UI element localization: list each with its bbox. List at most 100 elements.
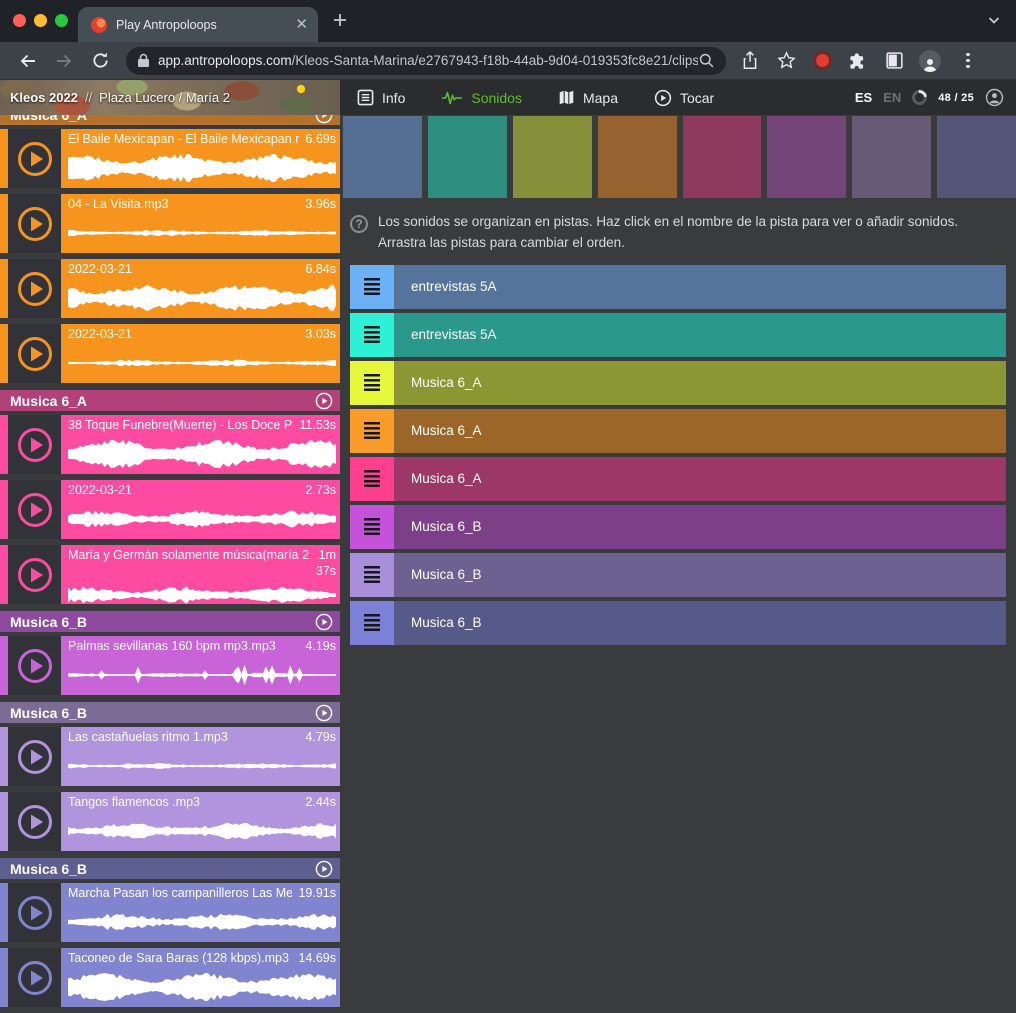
track-drag-handle[interactable]	[350, 361, 394, 405]
track-drag-handle[interactable]	[350, 409, 394, 453]
clip-waveform[interactable]	[68, 745, 336, 786]
profile-avatar[interactable]	[917, 48, 943, 74]
section-play-icon[interactable]	[315, 613, 333, 631]
track-name-bar[interactable]: Musica 6_A	[394, 409, 1006, 453]
track-name-bar[interactable]: entrevistas 5A	[394, 265, 1006, 309]
track-color-swatch[interactable]	[852, 116, 931, 198]
extensions-puzzle-icon[interactable]	[845, 48, 871, 74]
track-drag-handle[interactable]	[350, 457, 394, 501]
clip-waveform[interactable]	[68, 433, 336, 474]
section-play-icon[interactable]	[315, 392, 333, 410]
section-play-icon[interactable]	[315, 704, 333, 722]
clip-row[interactable]: El Baile Mexicapan - El Baile Mexicapan.…	[0, 129, 340, 188]
tab-mapa[interactable]: Mapa	[558, 89, 618, 106]
account-icon[interactable]	[985, 88, 1004, 107]
clip-play-button[interactable]	[8, 480, 61, 539]
lang-en-button[interactable]: EN	[883, 90, 901, 105]
section-header[interactable]: Musica 6_B	[0, 858, 340, 879]
close-window-button[interactable]	[13, 14, 26, 27]
share-icon[interactable]	[737, 48, 763, 74]
clip-play-button[interactable]	[8, 727, 61, 786]
back-button[interactable]	[15, 48, 41, 74]
clip-waveform[interactable]	[68, 277, 336, 318]
clip-row[interactable]: 2022-03-21 6.84s	[0, 259, 340, 318]
track-row[interactable]: Musica 6_A	[350, 361, 1006, 405]
track-color-swatch[interactable]	[343, 116, 422, 198]
tab-search-chevron-icon[interactable]	[987, 13, 1001, 32]
clip-play-button[interactable]	[8, 883, 61, 942]
track-color-swatch[interactable]	[428, 116, 507, 198]
track-color-swatch[interactable]	[937, 116, 1016, 198]
track-row[interactable]: Musica 6_B	[350, 601, 1006, 645]
clip-play-button[interactable]	[8, 636, 61, 695]
clip-play-button[interactable]	[8, 948, 61, 1007]
clip-play-button[interactable]	[8, 259, 61, 318]
track-drag-handle[interactable]	[350, 313, 394, 357]
clip-row[interactable]: 38 Toque Funebre(Muerte) - Los Doce Par.…	[0, 415, 340, 474]
track-name-bar[interactable]: Musica 6_A	[394, 361, 1006, 405]
track-name-bar[interactable]: Musica 6_A	[394, 457, 1006, 501]
zoom-window-button[interactable]	[55, 14, 68, 27]
clip-row[interactable]: Marcha Pasan los campanilleros Las Mejor…	[0, 883, 340, 942]
track-color-swatch[interactable]	[513, 116, 592, 198]
section-header[interactable]: Musica 6_B	[0, 611, 340, 632]
tab-close-icon[interactable]: ✕	[295, 17, 308, 32]
forward-button[interactable]	[51, 48, 77, 74]
reload-button[interactable]	[87, 48, 113, 74]
clip-waveform[interactable]	[68, 580, 336, 610]
section-header[interactable]: Musica 6_B	[0, 702, 340, 723]
recording-extension-icon[interactable]	[809, 48, 835, 74]
clip-row[interactable]: Tangos flamencos .mp3 2.44s	[0, 792, 340, 851]
track-name-bar[interactable]: Musica 6_B	[394, 601, 1006, 645]
clip-row[interactable]: Las castañuelas ritmo 1.mp3 4.79s	[0, 727, 340, 786]
track-row[interactable]: Musica 6_A	[350, 409, 1006, 453]
clip-waveform[interactable]	[68, 966, 336, 1007]
browser-menu-icon[interactable]	[953, 48, 979, 74]
clip-waveform[interactable]	[68, 654, 336, 695]
clip-play-button[interactable]	[8, 792, 61, 851]
bookmark-star-icon[interactable]	[773, 48, 799, 74]
track-color-swatch[interactable]	[683, 116, 762, 198]
browser-tab[interactable]: Play Antropoloops ✕	[78, 7, 318, 42]
track-drag-handle[interactable]	[350, 265, 394, 309]
lang-es-button[interactable]: ES	[855, 90, 872, 105]
side-panel-icon[interactable]	[881, 48, 907, 74]
clip-play-button[interactable]	[8, 415, 61, 474]
track-row[interactable]: Musica 6_B	[350, 505, 1006, 549]
section-header[interactable]: Musica 6_A	[0, 390, 340, 411]
clip-row[interactable]: Taconeo de Sara Baras (128 kbps).mp3 14.…	[0, 948, 340, 1007]
clip-row[interactable]: 2022-03-21 3.03s	[0, 324, 340, 383]
track-name-bar[interactable]: Musica 6_B	[394, 505, 1006, 549]
clip-play-button[interactable]	[8, 129, 61, 188]
clip-row[interactable]: María y Germán solamente música(maría 2.…	[0, 545, 340, 604]
clip-waveform[interactable]	[68, 498, 336, 539]
clip-row[interactable]: 2022-03-21 2.73s	[0, 480, 340, 539]
track-row[interactable]: Musica 6_B	[350, 553, 1006, 597]
clip-play-button[interactable]	[8, 545, 61, 604]
clip-waveform[interactable]	[68, 212, 336, 253]
track-color-swatch[interactable]	[767, 116, 846, 198]
zoom-page-icon[interactable]	[698, 52, 715, 69]
section-header[interactable]: Musica 6_A	[0, 115, 340, 125]
section-play-icon[interactable]	[315, 115, 333, 124]
tab-sonidos[interactable]: Sonidos	[441, 90, 522, 106]
url-bar[interactable]: app.antropoloops.com/Kleos-Santa-Marina/…	[126, 47, 726, 75]
clip-waveform[interactable]	[68, 810, 336, 851]
clip-play-button[interactable]	[8, 194, 61, 253]
clip-play-button[interactable]	[8, 324, 61, 383]
track-row[interactable]: entrevistas 5A	[350, 313, 1006, 357]
clip-waveform[interactable]	[68, 147, 336, 188]
clip-waveform[interactable]	[68, 901, 336, 942]
track-color-swatch[interactable]	[598, 116, 677, 198]
new-tab-button[interactable]	[332, 12, 348, 33]
track-drag-handle[interactable]	[350, 601, 394, 645]
clip-row[interactable]: Palmas sevillanas 160 bpm mp3.mp3 4.19s	[0, 636, 340, 695]
track-name-bar[interactable]: Musica 6_B	[394, 553, 1006, 597]
track-row[interactable]: entrevistas 5A	[350, 265, 1006, 309]
section-play-icon[interactable]	[315, 860, 333, 878]
minimize-window-button[interactable]	[34, 14, 47, 27]
tab-info[interactable]: Info	[357, 89, 405, 106]
track-drag-handle[interactable]	[350, 505, 394, 549]
clip-row[interactable]: 04 - La Visita.mp3 3.96s	[0, 194, 340, 253]
tab-tocar[interactable]: Tocar	[654, 89, 714, 107]
